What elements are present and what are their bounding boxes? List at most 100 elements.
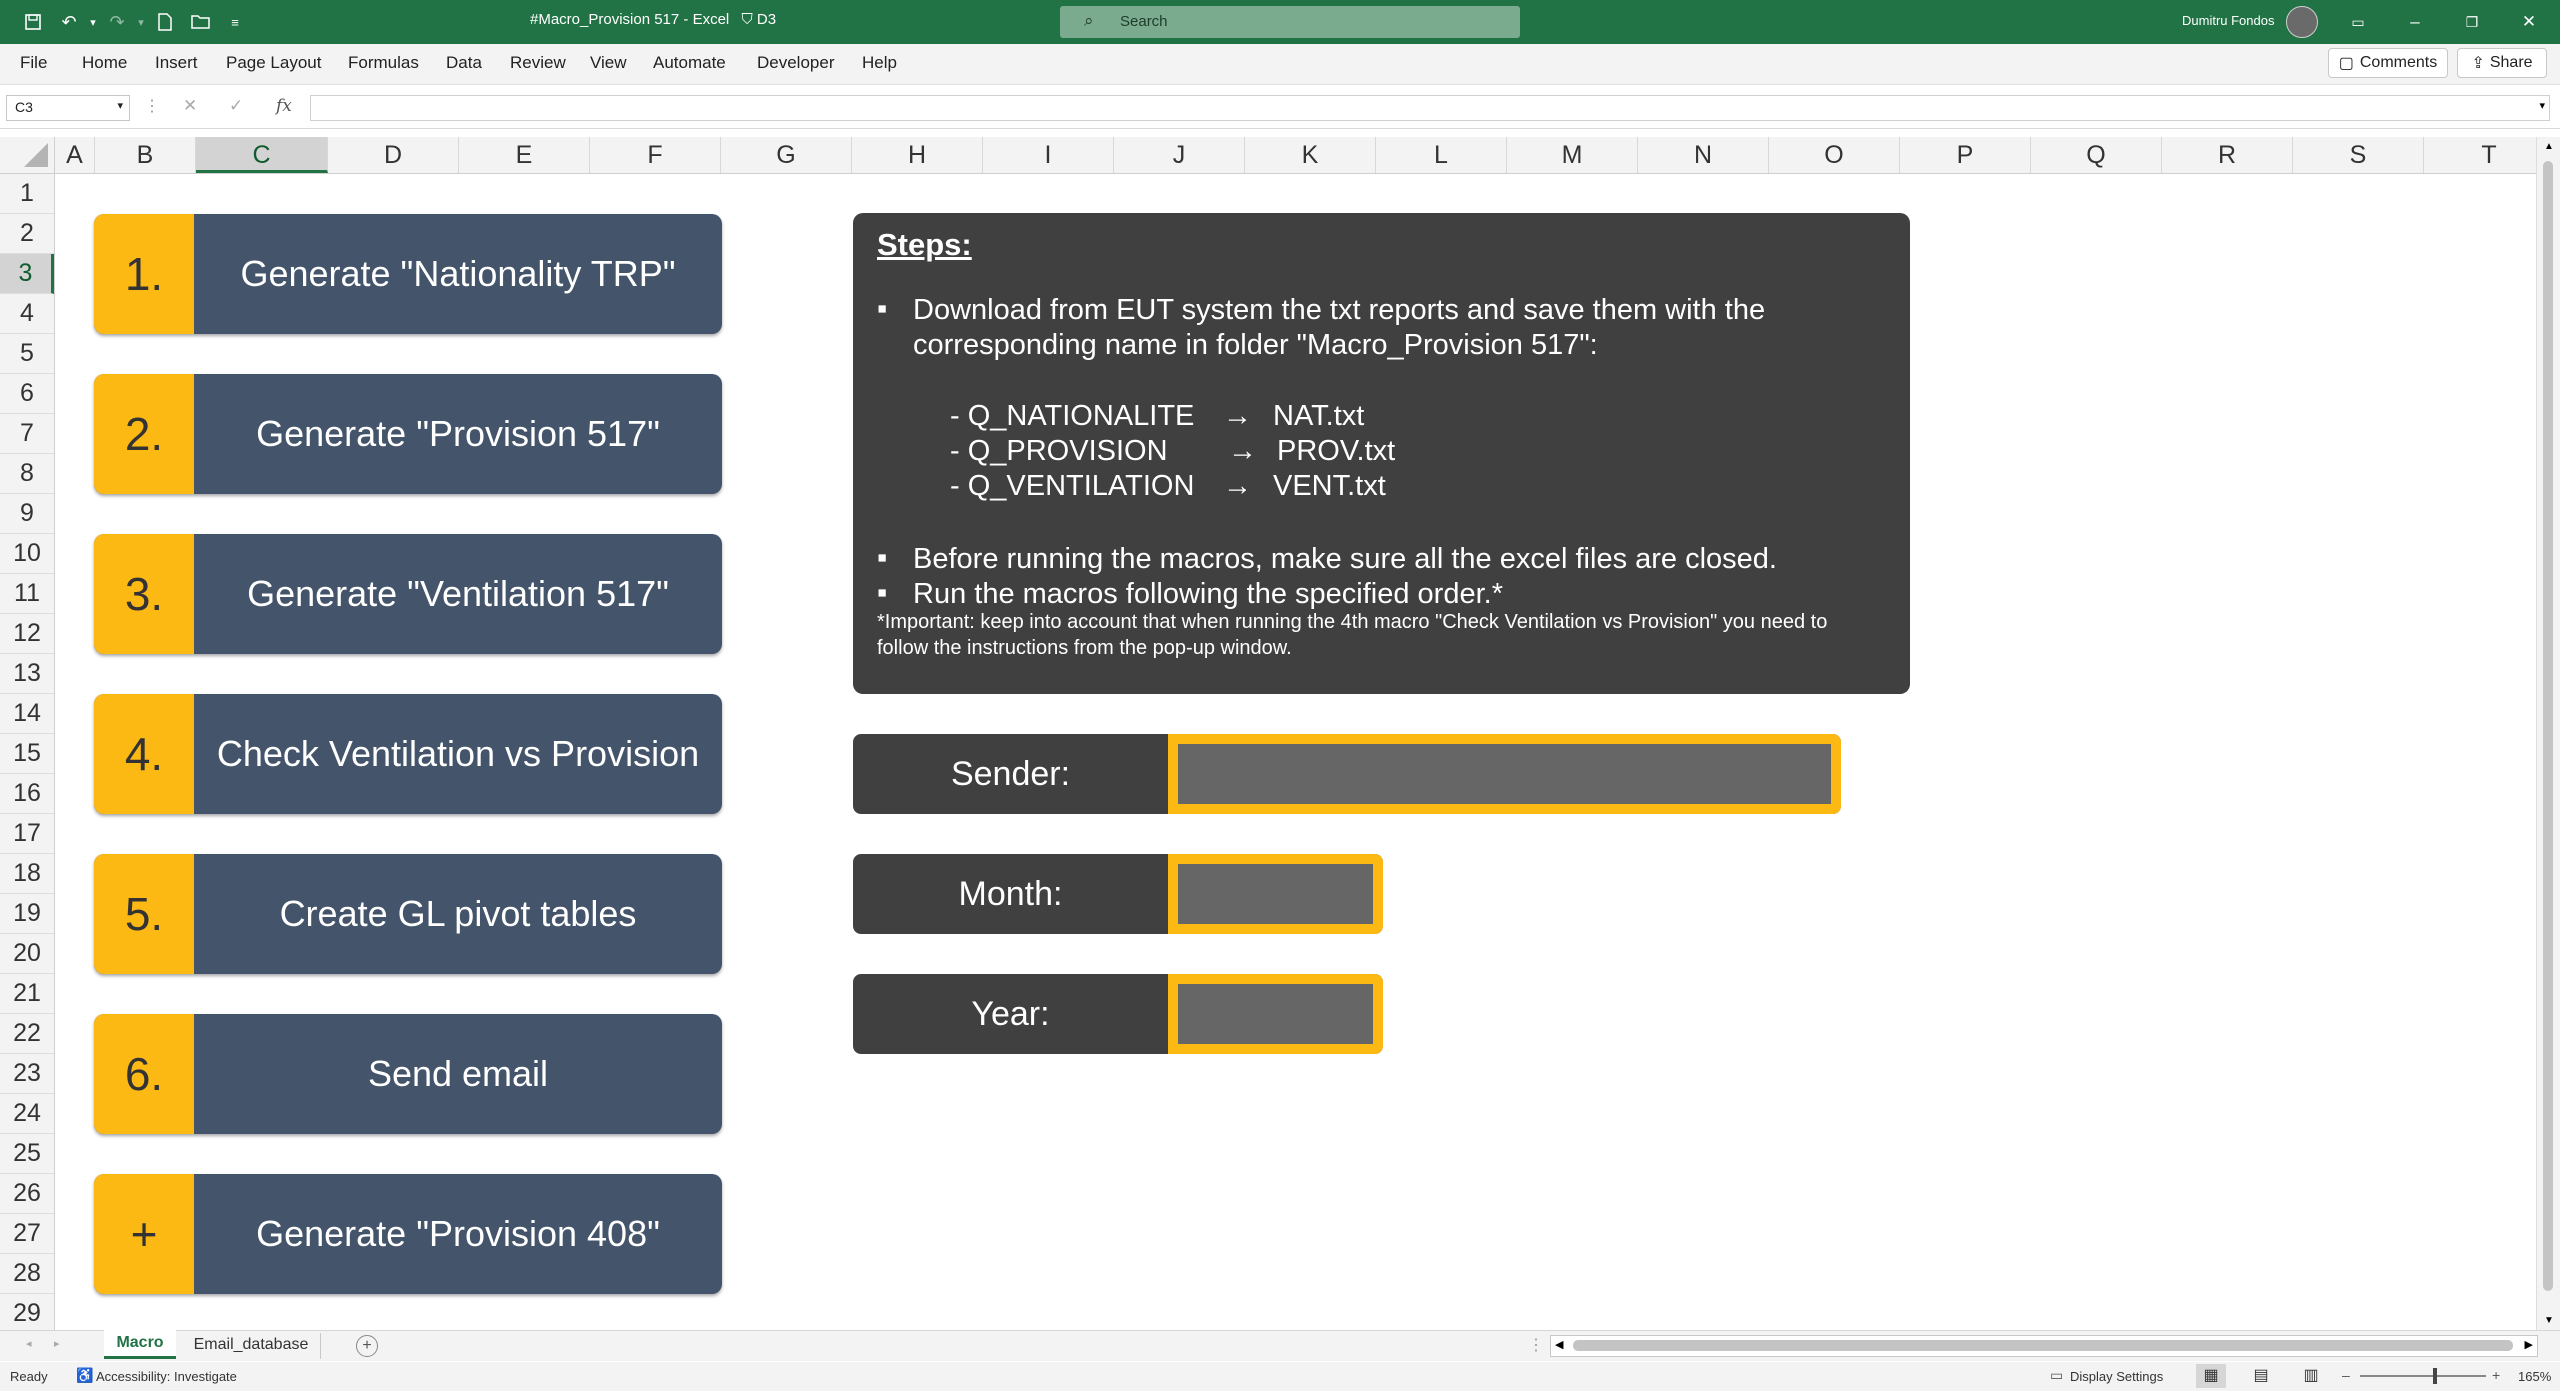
column-header-b[interactable]: B (95, 137, 196, 173)
macro-button-4[interactable]: 4. Check Ventilation vs Provision (94, 694, 722, 814)
macro-button-2[interactable]: 2. Generate "Provision 517" (94, 374, 722, 494)
zoom-level[interactable]: 165% (2518, 1369, 2551, 1384)
month-field[interactable] (1168, 854, 1383, 934)
redo-icon[interactable]: ↷ (104, 9, 130, 35)
row-header-21[interactable]: 21 (0, 974, 54, 1014)
row-header-23[interactable]: 23 (0, 1054, 54, 1094)
row-header-2[interactable]: 2 (0, 214, 54, 254)
scroll-right-icon[interactable]: ▶ (2525, 1338, 2533, 1351)
year-field[interactable] (1168, 974, 1383, 1054)
share-button[interactable]: ⇪ Share (2457, 48, 2547, 78)
row-header-6[interactable]: 6 (0, 374, 54, 414)
add-sheet-icon[interactable]: + (356, 1335, 378, 1357)
row-header-10[interactable]: 10 (0, 534, 54, 574)
tab-help[interactable]: Help (862, 53, 897, 73)
display-settings-icon[interactable]: ▭ (2050, 1367, 2063, 1384)
minimize-icon[interactable]: – (2387, 0, 2443, 44)
row-header-24[interactable]: 24 (0, 1094, 54, 1134)
tab-review[interactable]: Review (510, 53, 566, 73)
previous-sheet-icon[interactable]: ◂ (26, 1337, 32, 1350)
normal-view-icon[interactable]: ▦ (2196, 1364, 2226, 1388)
user-name[interactable]: Dumitru Fondos (2182, 13, 2274, 28)
column-header-n[interactable]: N (1638, 137, 1769, 173)
cancel-icon[interactable]: ✕ (183, 96, 197, 116)
scroll-down-icon[interactable]: ▼ (2544, 1315, 2554, 1326)
formula-input[interactable]: ▾ (310, 95, 2550, 121)
row-header-18[interactable]: 18 (0, 854, 54, 894)
row-header-20[interactable]: 20 (0, 934, 54, 974)
column-header-q[interactable]: Q (2031, 137, 2162, 173)
zoom-slider-thumb[interactable] (2433, 1368, 2437, 1384)
splitter-icon[interactable]: ⋮ (1528, 1335, 1544, 1355)
row-header-27[interactable]: 27 (0, 1214, 54, 1254)
macro-button-3[interactable]: 3. Generate "Ventilation 517" (94, 534, 722, 654)
avatar[interactable] (2286, 6, 2318, 38)
accessibility-icon[interactable]: ♿ (76, 1367, 93, 1384)
horizontal-scrollbar[interactable]: ◀ ▶ (1550, 1335, 2538, 1357)
insert-function-icon[interactable]: fx (276, 96, 292, 116)
row-header-3[interactable]: 3 (0, 254, 54, 294)
column-header-h[interactable]: H (852, 137, 983, 173)
tab-formulas[interactable]: Formulas (348, 53, 419, 73)
tab-developer[interactable]: Developer (757, 53, 835, 73)
undo-icon[interactable]: ↶ (56, 9, 82, 35)
redo-dropdown-icon[interactable]: ▾ (128, 9, 154, 35)
restore-icon[interactable]: ❐ (2444, 0, 2500, 44)
column-header-m[interactable]: M (1507, 137, 1638, 173)
tab-page-layout[interactable]: Page Layout (226, 53, 321, 73)
row-header-13[interactable]: 13 (0, 654, 54, 694)
sheet-tab-macro[interactable]: Macro (104, 1330, 176, 1359)
column-header-c[interactable]: C (196, 137, 328, 173)
page-break-view-icon[interactable]: ▥ (2296, 1364, 2326, 1388)
undo-dropdown-icon[interactable]: ▾ (80, 9, 106, 35)
row-header-8[interactable]: 8 (0, 454, 54, 494)
row-header-22[interactable]: 22 (0, 1014, 54, 1054)
h-scroll-thumb[interactable] (1573, 1340, 2513, 1351)
scroll-up-icon[interactable]: ▲ (2544, 141, 2554, 152)
column-header-f[interactable]: F (590, 137, 721, 173)
column-header-p[interactable]: P (1900, 137, 2031, 173)
tab-view[interactable]: View (590, 53, 627, 73)
scroll-left-icon[interactable]: ◀ (1555, 1338, 1563, 1351)
tab-data[interactable]: Data (446, 53, 482, 73)
macro-button-5[interactable]: 5. Create GL pivot tables (94, 854, 722, 974)
scroll-thumb[interactable] (2543, 161, 2553, 1291)
column-header-i[interactable]: I (983, 137, 1114, 173)
column-header-k[interactable]: K (1245, 137, 1376, 173)
tab-insert[interactable]: Insert (155, 53, 198, 73)
comments-button[interactable]: ▢ Comments (2328, 48, 2448, 78)
tab-automate[interactable]: Automate (653, 53, 726, 73)
column-header-g[interactable]: G (721, 137, 852, 173)
ribbon-display-icon[interactable]: ▭ (2330, 0, 2386, 44)
vertical-scrollbar[interactable]: ▲ ▼ (2536, 137, 2560, 1330)
macro-button-6[interactable]: 6. Send email (94, 1014, 722, 1134)
row-header-17[interactable]: 17 (0, 814, 54, 854)
row-header-26[interactable]: 26 (0, 1174, 54, 1214)
column-header-r[interactable]: R (2162, 137, 2293, 173)
row-header-5[interactable]: 5 (0, 334, 54, 374)
accessibility-status[interactable]: Accessibility: Investigate (96, 1369, 237, 1384)
next-sheet-icon[interactable]: ▸ (54, 1337, 60, 1350)
row-header-19[interactable]: 19 (0, 894, 54, 934)
row-header-1[interactable]: 1 (0, 174, 54, 214)
sender-field[interactable] (1168, 734, 1841, 814)
expand-formula-icon[interactable]: ▾ (2539, 99, 2545, 112)
column-header-j[interactable]: J (1114, 137, 1245, 173)
row-header-11[interactable]: 11 (0, 574, 54, 614)
row-header-12[interactable]: 12 (0, 614, 54, 654)
macro-button-1[interactable]: 1. Generate "Nationality TRP" (94, 214, 722, 334)
row-header-25[interactable]: 25 (0, 1134, 54, 1174)
customize-toolbar-icon[interactable]: ≡ (222, 9, 248, 35)
row-header-4[interactable]: 4 (0, 294, 54, 334)
worksheet[interactable]: 1. Generate "Nationality TRP" 2. Generate "… (55, 174, 2536, 1330)
tab-home[interactable]: Home (82, 53, 127, 73)
column-header-o[interactable]: O (1769, 137, 1900, 173)
select-all-corner[interactable] (0, 137, 55, 174)
column-header-a[interactable]: A (55, 137, 95, 173)
column-header-s[interactable]: S (2293, 137, 2424, 173)
open-folder-icon[interactable] (188, 9, 214, 35)
name-box[interactable]: C3 ▾ (6, 95, 130, 121)
search-box[interactable]: ⌕ Search (1060, 6, 1520, 38)
tab-file[interactable]: File (20, 53, 47, 73)
row-header-29[interactable]: 29 (0, 1294, 54, 1334)
